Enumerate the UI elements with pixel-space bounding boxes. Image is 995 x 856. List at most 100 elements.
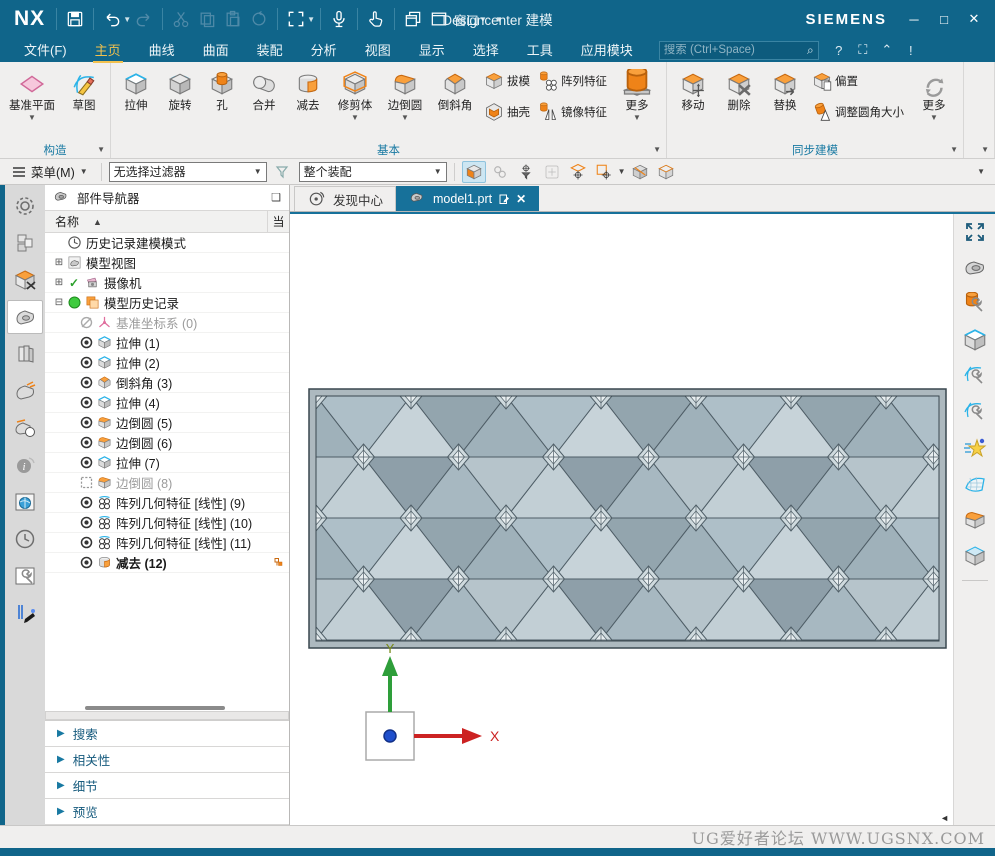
visibility-eye-icon[interactable] [77, 535, 95, 550]
fullscreen-icon[interactable]: ⛶ [851, 42, 875, 58]
edit-feature-icon[interactable] [958, 288, 992, 320]
拔模-button[interactable]: 拔模 [480, 70, 534, 92]
tree-item[interactable]: 边倒圆 (5) [45, 413, 289, 433]
减去-button[interactable]: 减去 [286, 64, 330, 141]
边倒圆-button[interactable]: 边倒圆▼ [380, 64, 430, 141]
menu-button[interactable]: 菜单(M) ▼ [6, 160, 94, 183]
移动-button[interactable]: 移动 [670, 64, 716, 141]
tree-item[interactable]: ⊞✓摄像机 [45, 273, 289, 293]
visibility-eye-icon[interactable] [77, 335, 95, 350]
touch-pen-icon[interactable] [7, 596, 43, 630]
doc-tab-发现中心[interactable]: 发现中心 [294, 186, 396, 211]
part-navigator-icon[interactable] [7, 300, 43, 334]
visibility-eye-icon[interactable] [77, 435, 95, 450]
block-feature-icon[interactable] [958, 504, 992, 536]
highlight-face-icon[interactable] [462, 161, 486, 183]
group-dialog-icon[interactable]: ▼ [981, 145, 989, 154]
section-搜索[interactable]: ▶搜索 [45, 721, 289, 747]
visibility-eye-icon[interactable] [77, 555, 95, 570]
undo-icon[interactable] [99, 7, 125, 31]
collapse-icon[interactable]: ⊟ [53, 297, 65, 308]
filter-reset-icon[interactable] [271, 161, 295, 183]
minimize-ribbon-icon[interactable]: ⌃ [875, 42, 899, 58]
resize-view-icon[interactable] [958, 216, 992, 248]
ribbon-tab-选择[interactable]: 选择 [459, 38, 513, 63]
reuse-library-icon[interactable] [7, 337, 43, 371]
scroll-left-icon[interactable]: ◄ [940, 813, 949, 823]
tree-item[interactable]: 基准坐标系 (0) [45, 313, 289, 333]
fit-view-icon[interactable] [283, 7, 309, 31]
删除-button[interactable]: 删除 [716, 64, 762, 141]
toolbar-overflow-icon[interactable]: ▼ [977, 167, 989, 176]
undo-icon-dropdown[interactable]: ▼ [123, 15, 131, 24]
expand-icon[interactable]: ⊞ [53, 277, 65, 288]
save-icon[interactable] [62, 7, 88, 31]
倒斜角-button[interactable]: 倒斜角 [430, 64, 480, 141]
group-dialog-icon[interactable]: ▼ [950, 145, 958, 154]
fit-view-icon-dropdown[interactable]: ▼ [307, 15, 315, 24]
ribbon-tab-文件(F)[interactable]: 文件(F) [10, 38, 81, 63]
拉伸-button[interactable]: 拉伸 [114, 64, 158, 141]
cascade-windows-icon[interactable] [400, 7, 426, 31]
chevron-down-icon[interactable]: ▼ [479, 15, 487, 24]
调整圆角大小-button[interactable]: 调整圆角大小 [808, 101, 908, 123]
window-layout-icon[interactable] [426, 7, 452, 31]
region-select-icon-dropdown[interactable]: ▼ [618, 167, 626, 176]
suppressed-box-icon[interactable] [77, 475, 95, 490]
ribbon-tab-应用模块[interactable]: 应用模块 [567, 38, 647, 63]
ribbon-tab-曲线[interactable]: 曲线 [135, 38, 189, 63]
tree-item[interactable]: ⊞模型视图 [45, 253, 289, 273]
tree-item[interactable]: 阵列几何特征 [线性] (11) [45, 533, 289, 553]
ribbon-tab-主页[interactable]: 主页 [81, 38, 135, 63]
visibility-eye-icon[interactable] [77, 515, 95, 530]
microphone-icon[interactable] [326, 7, 352, 31]
tree-item[interactable]: 减去 (12) [45, 553, 289, 573]
visibility-eye-icon[interactable] [77, 355, 95, 370]
visibility-eye-icon[interactable] [77, 395, 95, 410]
snap-point-icon[interactable] [514, 161, 538, 183]
抽壳-button[interactable]: 抽壳 [480, 101, 534, 123]
旋转-button[interactable]: 旋转 [158, 64, 202, 141]
基本-more-button[interactable]: 更多▼ [611, 64, 663, 141]
measure-icon[interactable] [7, 411, 43, 445]
tree-item[interactable]: 拉伸 (7) [45, 453, 289, 473]
ribbon-tab-曲面[interactable]: 曲面 [189, 38, 243, 63]
history-icon[interactable] [7, 522, 43, 556]
tree-scrollbar-track[interactable] [45, 711, 289, 720]
edit-sketch-icon[interactable] [958, 360, 992, 392]
ribbon-tab-工具[interactable]: 工具 [513, 38, 567, 63]
help-icon[interactable]: ? [827, 43, 851, 58]
section-相关性[interactable]: ▶相关性 [45, 747, 289, 773]
合并-button[interactable]: 合并 [242, 64, 286, 141]
selection-filter-combo[interactable]: 无选择过滤器▼ [109, 162, 267, 182]
search-input[interactable] [664, 44, 807, 56]
shaded-face-icon[interactable] [628, 161, 652, 183]
constraint-navigator-icon[interactable] [7, 263, 43, 297]
selection-scope-combo[interactable]: 整个装配▼ [299, 162, 447, 182]
assembly-navigator-icon[interactable] [7, 226, 43, 260]
section-预览[interactable]: ▶预览 [45, 799, 289, 825]
tree-item[interactable]: 历史记录建模模式 [45, 233, 289, 253]
part-display-icon[interactable] [958, 252, 992, 284]
interpart-link-icon[interactable] [488, 161, 512, 183]
visibility-eye-icon[interactable] [77, 415, 95, 430]
tree-item[interactable]: 边倒圆 (6) [45, 433, 289, 453]
wireframe-body-icon[interactable] [654, 161, 678, 183]
point-on-solid-icon[interactable] [566, 161, 590, 183]
undock-icon[interactable]: ❑ [271, 191, 281, 204]
同步建模-more-button[interactable]: 更多▼ [908, 64, 960, 141]
ribbon-tab-视图[interactable]: 视图 [351, 38, 405, 63]
block2-feature-icon[interactable] [958, 540, 992, 572]
修剪体-button[interactable]: 修剪体▼ [330, 64, 380, 141]
tree-item[interactable]: 阵列几何特征 [线性] (10) [45, 513, 289, 533]
阵列特征-button[interactable]: 阵列特征 [534, 70, 611, 92]
window-menu[interactable]: 窗口 [454, 10, 479, 29]
tree-item[interactable]: 拉伸 (2) [45, 353, 289, 373]
基准平面-button[interactable]: 基准平面▼ [3, 64, 61, 141]
visibility-off-icon[interactable] [77, 315, 95, 330]
tree-item[interactable]: 拉伸 (1) [45, 333, 289, 353]
minimize-button[interactable]: ─ [901, 7, 927, 31]
doc-tab-model1.prt[interactable]: model1.prt✕ [396, 186, 539, 211]
extrude-shortcut-icon[interactable] [958, 324, 992, 356]
toolbar-options-icon[interactable]: ▼ [495, 15, 503, 24]
